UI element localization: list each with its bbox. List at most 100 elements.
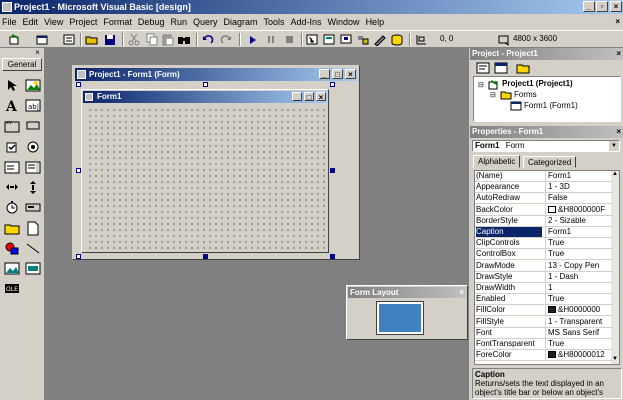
- checkbox-tool-icon[interactable]: [4, 140, 20, 155]
- frame-tool-icon[interactable]: xv: [4, 118, 20, 133]
- view-object-icon[interactable]: [494, 62, 508, 74]
- property-row[interactable]: DrawMode 13 - Copy Pen: [475, 260, 613, 272]
- undo-icon[interactable]: [201, 33, 215, 46]
- menu-window[interactable]: Window: [325, 14, 363, 30]
- cut-icon[interactable]: [127, 33, 141, 46]
- picturebox-tool-icon[interactable]: [25, 78, 41, 93]
- menu-edit[interactable]: Edit: [20, 14, 42, 30]
- object-browser-icon[interactable]: [356, 33, 370, 46]
- collapse-icon[interactable]: ⊟: [490, 91, 496, 99]
- property-value[interactable]: MS Sans Serif: [545, 327, 613, 338]
- combobox-tool-icon[interactable]: [4, 160, 20, 175]
- drivelistbox-tool-icon[interactable]: [25, 200, 41, 215]
- property-value[interactable]: True: [545, 249, 613, 260]
- menu-query[interactable]: Query: [190, 14, 221, 30]
- toolbox-icon[interactable]: [373, 33, 387, 46]
- property-row[interactable]: ForeColor &H80000012: [475, 350, 613, 362]
- property-value[interactable]: &H0000000: [545, 305, 613, 316]
- line-tool-icon[interactable]: [25, 241, 41, 256]
- property-value[interactable]: Form1: [545, 171, 613, 181]
- form-layout-close-icon[interactable]: ×: [459, 287, 464, 298]
- menu-tools[interactable]: Tools: [261, 14, 288, 30]
- timer-tool-icon[interactable]: [4, 200, 20, 215]
- property-row[interactable]: FillStyle 1 - Transparent: [475, 316, 613, 328]
- property-row[interactable]: Font MS Sans Serif: [475, 327, 613, 339]
- filelistbox-tool-icon[interactable]: [25, 221, 41, 236]
- ole-tool-icon[interactable]: OLE: [4, 281, 20, 296]
- form-designer-titlebar[interactable]: Project1 - Form1 (Form) _ □ ×: [75, 68, 357, 81]
- paste-icon[interactable]: [161, 33, 175, 46]
- listbox-tool-icon[interactable]: [25, 160, 41, 175]
- property-value[interactable]: False: [545, 193, 613, 204]
- menu-run[interactable]: Run: [167, 14, 190, 30]
- menu-addins[interactable]: Add-Ins: [288, 14, 325, 30]
- property-row[interactable]: BorderStyle 2 - Sizable: [475, 215, 613, 227]
- form-layout-icon[interactable]: [339, 33, 353, 46]
- toggle-folders-icon[interactable]: [516, 62, 530, 74]
- save-icon[interactable]: [103, 33, 117, 46]
- dirlistbox-tool-icon[interactable]: [4, 221, 20, 236]
- tab-alphabetic[interactable]: Alphabetic: [473, 155, 521, 168]
- menu-format[interactable]: Format: [100, 14, 135, 30]
- property-row[interactable]: AutoRedraw False: [475, 193, 613, 205]
- property-value[interactable]: 1 - Transparent: [545, 316, 613, 327]
- find-icon[interactable]: [177, 33, 191, 46]
- form1-canvas[interactable]: Form1 _ □ ×: [81, 89, 329, 253]
- resize-handle[interactable]: [330, 254, 335, 259]
- vscrollbar-tool-icon[interactable]: [25, 180, 41, 195]
- property-row[interactable]: FillColor &H0000000: [475, 305, 613, 317]
- end-icon[interactable]: [282, 33, 296, 46]
- property-row[interactable]: (Name) Form1: [475, 171, 613, 182]
- property-value[interactable]: &H80000012: [545, 350, 613, 361]
- menu-project[interactable]: Project: [66, 14, 100, 30]
- resize-handle[interactable]: [203, 254, 208, 259]
- break-icon[interactable]: [264, 33, 278, 46]
- form-grid[interactable]: [85, 105, 325, 249]
- textbox-tool-icon[interactable]: ab|: [25, 98, 41, 113]
- close-button[interactable]: ×: [610, 1, 622, 12]
- property-value[interactable]: True: [545, 238, 613, 249]
- menu-view[interactable]: View: [41, 14, 66, 30]
- designer-close-button[interactable]: ×: [345, 69, 356, 79]
- designer-minimize-button[interactable]: _: [319, 69, 330, 79]
- pointer-tool-icon[interactable]: [4, 78, 20, 93]
- redo-icon[interactable]: [219, 33, 233, 46]
- open-icon[interactable]: [85, 33, 99, 46]
- form-designer-window[interactable]: Project1 - Form1 (Form) _ □ × Form1 _ □ …: [72, 65, 360, 260]
- property-row[interactable]: Enabled True: [475, 294, 613, 306]
- property-row[interactable]: DrawWidth 1: [475, 283, 613, 294]
- project-close-icon[interactable]: ×: [616, 48, 621, 60]
- property-value[interactable]: 1 - Dash: [545, 271, 613, 282]
- restore-button[interactable]: ▫: [596, 1, 608, 12]
- data-tool-icon[interactable]: [25, 261, 41, 276]
- add-project-icon[interactable]: [8, 33, 22, 46]
- tab-categorized[interactable]: Categorized: [523, 156, 577, 168]
- mdi-close-icon[interactable]: ×: [615, 17, 620, 26]
- optionbutton-tool-icon[interactable]: [25, 140, 41, 155]
- property-value[interactable]: 13 - Copy Pen: [545, 260, 613, 271]
- property-value[interactable]: 1: [545, 283, 613, 293]
- property-value[interactable]: 2 - Sizable: [545, 215, 613, 226]
- property-row[interactable]: DrawStyle 1 - Dash: [475, 271, 613, 283]
- data-view-icon[interactable]: [390, 33, 404, 46]
- chevron-down-icon[interactable]: ▼: [609, 141, 619, 151]
- property-value[interactable]: &H8000000F: [545, 204, 613, 215]
- designer-maximize-button[interactable]: □: [332, 69, 343, 79]
- menu-editor-icon[interactable]: [62, 33, 76, 46]
- tree-node-forms[interactable]: Forms: [514, 90, 537, 99]
- tree-node-form1[interactable]: Form1 (Form1): [524, 101, 578, 110]
- image-tool-icon[interactable]: [4, 261, 20, 276]
- properties-close-icon[interactable]: ×: [616, 126, 621, 138]
- minimize-button[interactable]: _: [583, 1, 595, 12]
- menu-file[interactable]: File: [0, 14, 20, 30]
- object-selector[interactable]: Form1 Form ▼: [472, 140, 620, 152]
- properties-window-icon[interactable]: [322, 33, 336, 46]
- shape-tool-icon[interactable]: [4, 241, 20, 256]
- collapse-icon[interactable]: ⊟: [478, 81, 484, 89]
- property-row[interactable]: Appearance 1 - 3D: [475, 182, 613, 194]
- hscrollbar-tool-icon[interactable]: [4, 180, 20, 195]
- menu-debug[interactable]: Debug: [135, 14, 168, 30]
- commandbutton-tool-icon[interactable]: [25, 118, 41, 133]
- toolbox-tab-general[interactable]: General: [2, 58, 42, 71]
- resize-handle[interactable]: [330, 168, 335, 173]
